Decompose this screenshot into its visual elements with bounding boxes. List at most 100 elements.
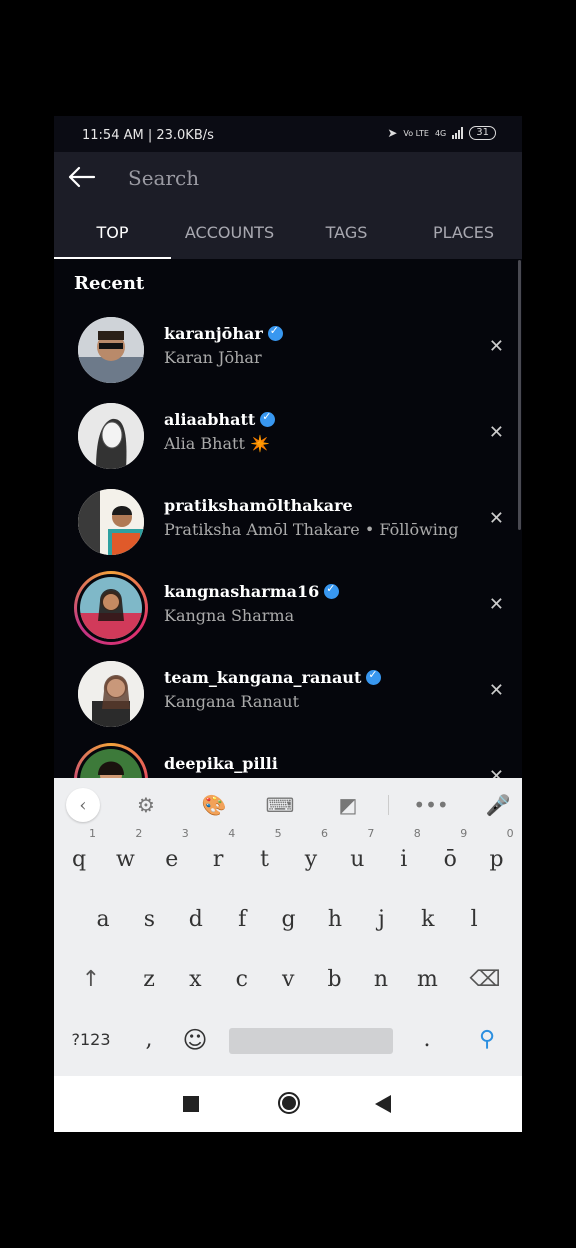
backspace-icon[interactable]: ⌫ — [462, 952, 508, 1008]
list-item[interactable]: team_kangana_ranaut Kangana Ranaut ✕ — [54, 650, 522, 736]
list-item[interactable]: pratikshamōlthakare Pratiksha Amōl Thaka… — [54, 478, 522, 564]
network-label: 4G — [434, 128, 447, 138]
back-arrow-icon[interactable] — [66, 162, 98, 192]
space-key[interactable] — [229, 1028, 393, 1054]
key-hint: 3 — [181, 827, 189, 840]
status-bar: 11:54 AM | 23.0KB/s ➤ Vo LTE 4G 31 — [54, 116, 522, 152]
avatar — [78, 489, 144, 555]
close-icon[interactable]: ✕ — [489, 680, 504, 701]
key-t[interactable]: t5 — [242, 827, 288, 888]
key-hint: 0 — [506, 827, 514, 840]
close-icon[interactable]: ✕ — [489, 336, 504, 357]
location-icon: ➤ — [387, 126, 398, 140]
key-q[interactable]: q1 — [56, 827, 102, 888]
comma-key[interactable]: , — [126, 1012, 172, 1068]
key-y[interactable]: y6 — [288, 827, 334, 888]
key-f[interactable]: f — [219, 892, 265, 948]
recent-heading: Recent — [74, 273, 145, 294]
palette-icon[interactable]: 🎨 — [198, 790, 230, 820]
avatar — [78, 403, 144, 469]
keyboard: ‹ ⚙ 🎨 ⌨ ◩ ••• 🎤 q1w2e3r4t5y6u7i8ō9p0 asd… — [54, 778, 522, 1076]
full-name: Pratiksha Amōl Thakare • Fōllōwing — [164, 520, 459, 539]
username: karanjōhar — [164, 324, 283, 343]
tab-places[interactable]: PLACES — [405, 202, 522, 259]
search-input[interactable] — [126, 162, 490, 194]
key-m[interactable]: m — [404, 952, 450, 1008]
key-hint: 4 — [228, 827, 236, 840]
symbols-key[interactable]: ?123 — [68, 1012, 114, 1068]
key-e[interactable]: e3 — [149, 827, 195, 888]
key-hint: 6 — [321, 827, 328, 840]
key-hint: 8 — [413, 827, 421, 840]
recents-square-icon[interactable] — [183, 1096, 199, 1112]
avatar — [78, 317, 144, 383]
key-s[interactable]: s — [126, 892, 172, 948]
list-item[interactable]: karanjōhar Karan Jōhar ✕ — [54, 306, 522, 392]
full-name: Alia Bhatt ✴️ — [164, 434, 270, 453]
emoji-icon[interactable]: ☺ — [172, 1012, 218, 1068]
key-hint: 1 — [89, 827, 96, 840]
key-j[interactable]: j — [358, 892, 404, 948]
verified-badge-icon — [324, 582, 340, 599]
username: aliaabhatt — [164, 410, 276, 429]
full-name: Kangana Ranaut — [164, 692, 300, 711]
key-k[interactable]: k — [405, 892, 451, 948]
close-icon[interactable]: ✕ — [489, 594, 504, 615]
back-triangle-icon[interactable] — [375, 1095, 391, 1113]
gear-icon[interactable]: ⚙ — [130, 790, 162, 820]
tab-top[interactable]: TOP — [54, 202, 171, 259]
list-item[interactable]: kangnasharma16 Kangna Sharma ✕ — [54, 564, 522, 650]
verified-badge-icon — [260, 410, 276, 427]
key-z[interactable]: z — [126, 952, 172, 1008]
key-b[interactable]: b — [312, 952, 358, 1008]
key-c[interactable]: c — [219, 952, 265, 1008]
key-g[interactable]: g — [266, 892, 312, 948]
resize-icon[interactable]: ◩ — [332, 790, 364, 820]
key-hint: 5 — [274, 827, 282, 840]
home-circle-icon[interactable] — [277, 1091, 301, 1115]
verified-badge-icon — [366, 668, 382, 685]
list-item[interactable]: deepika_pilli ✕ — [54, 736, 522, 779]
key-a[interactable]: a — [80, 892, 126, 948]
username: kangnasharma16 — [164, 582, 340, 601]
tab-accounts[interactable]: ACCOUNTS — [171, 202, 288, 259]
more-icon[interactable]: ••• — [413, 790, 448, 820]
username: pratikshamōlthakare — [164, 496, 353, 515]
key-w[interactable]: w2 — [102, 827, 148, 888]
key-ō[interactable]: ō9 — [427, 827, 473, 888]
avatar-story-ring — [74, 571, 148, 645]
key-u[interactable]: u7 — [334, 827, 380, 888]
key-r[interactable]: r4 — [195, 827, 241, 888]
period-key[interactable]: . — [404, 1012, 450, 1068]
close-icon[interactable]: ✕ — [489, 508, 504, 529]
key-d[interactable]: d — [173, 892, 219, 948]
shift-icon[interactable]: ↑ — [68, 952, 114, 1008]
avatar — [78, 661, 144, 727]
search-icon[interactable]: ⚲ — [464, 1012, 510, 1068]
phone-screen: 11:54 AM | 23.0KB/s ➤ Vo LTE 4G 31 TOP A… — [54, 116, 522, 1132]
close-icon[interactable]: ✕ — [489, 422, 504, 443]
username: team_kangana_ranaut — [164, 668, 382, 687]
toolbar-divider — [388, 795, 389, 815]
key-l[interactable]: l — [451, 892, 497, 948]
key-v[interactable]: v — [265, 952, 311, 1008]
key-n[interactable]: n — [358, 952, 404, 1008]
key-h[interactable]: h — [312, 892, 358, 948]
verified-badge-icon — [267, 324, 283, 341]
list-item[interactable]: aliaabhatt Alia Bhatt ✴️ ✕ — [54, 392, 522, 478]
key-hint: 9 — [460, 827, 468, 840]
search-header — [54, 152, 522, 202]
microphone-icon[interactable]: 🎤 — [482, 790, 514, 820]
key-hint: 7 — [367, 827, 375, 840]
recent-list[interactable]: Recent karanjōhar Karan Jōhar ✕ aliaabha… — [54, 259, 522, 779]
system-nav-bar — [54, 1076, 522, 1132]
keyboard-icon[interactable]: ⌨ — [264, 790, 296, 820]
status-icons: ➤ Vo LTE 4G 31 — [387, 126, 496, 140]
key-i[interactable]: i8 — [381, 827, 427, 888]
volte-icon: Vo LTE — [403, 128, 429, 138]
key-p[interactable]: p0 — [474, 827, 520, 888]
signal-icon — [452, 127, 464, 139]
chevron-left-icon[interactable]: ‹ — [66, 788, 100, 822]
key-x[interactable]: x — [172, 952, 218, 1008]
tab-tags[interactable]: TAGS — [288, 202, 405, 259]
